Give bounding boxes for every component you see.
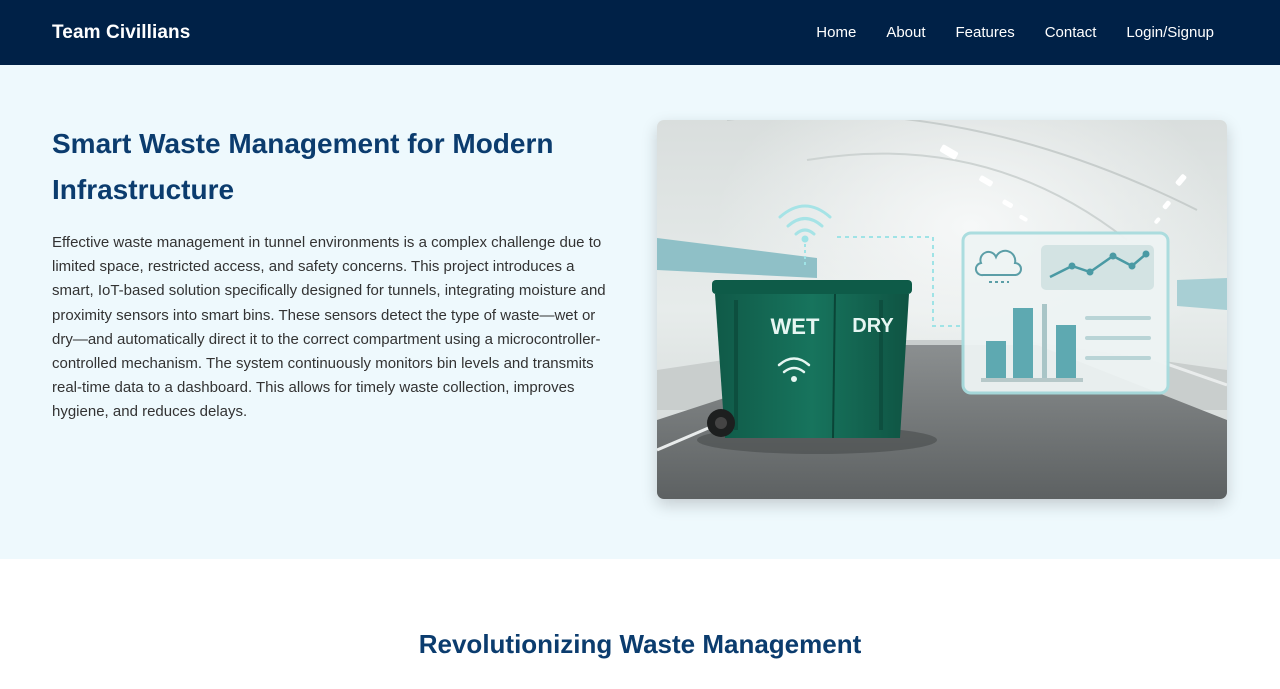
hero-image: WET DRY [657, 120, 1227, 499]
section-title: Revolutionizing Waste Management [418, 629, 862, 659]
bin-label-wet: WET [771, 314, 820, 339]
nav-link-login-signup[interactable]: Login/Signup [1126, 24, 1214, 41]
hero-section: Smart Waste Management for Modern Infras… [0, 65, 1280, 559]
brand-logo[interactable]: Team Civillians [52, 22, 190, 44]
hero-title: Smart Waste Management for Modern Infras… [52, 128, 554, 205]
features-intro-section: Revolutionizing Waste Management [0, 559, 1280, 689]
bin-label-dry: DRY [852, 315, 894, 337]
nav-link-features[interactable]: Features [956, 24, 1015, 41]
hero-description: Effective waste management in tunnel env… [52, 234, 606, 421]
nav-link-home[interactable]: Home [816, 24, 856, 41]
nav-links: Home About Features Contact Login/Signup [816, 24, 1214, 41]
nav-link-contact[interactable]: Contact [1045, 24, 1097, 41]
hero-text: Smart Waste Management for Modern Infras… [52, 121, 618, 425]
smart-bin-illustration: WET DRY [657, 120, 1227, 499]
nav-link-about[interactable]: About [886, 24, 925, 41]
navbar: Team Civillians Home About Features Cont… [0, 0, 1280, 65]
